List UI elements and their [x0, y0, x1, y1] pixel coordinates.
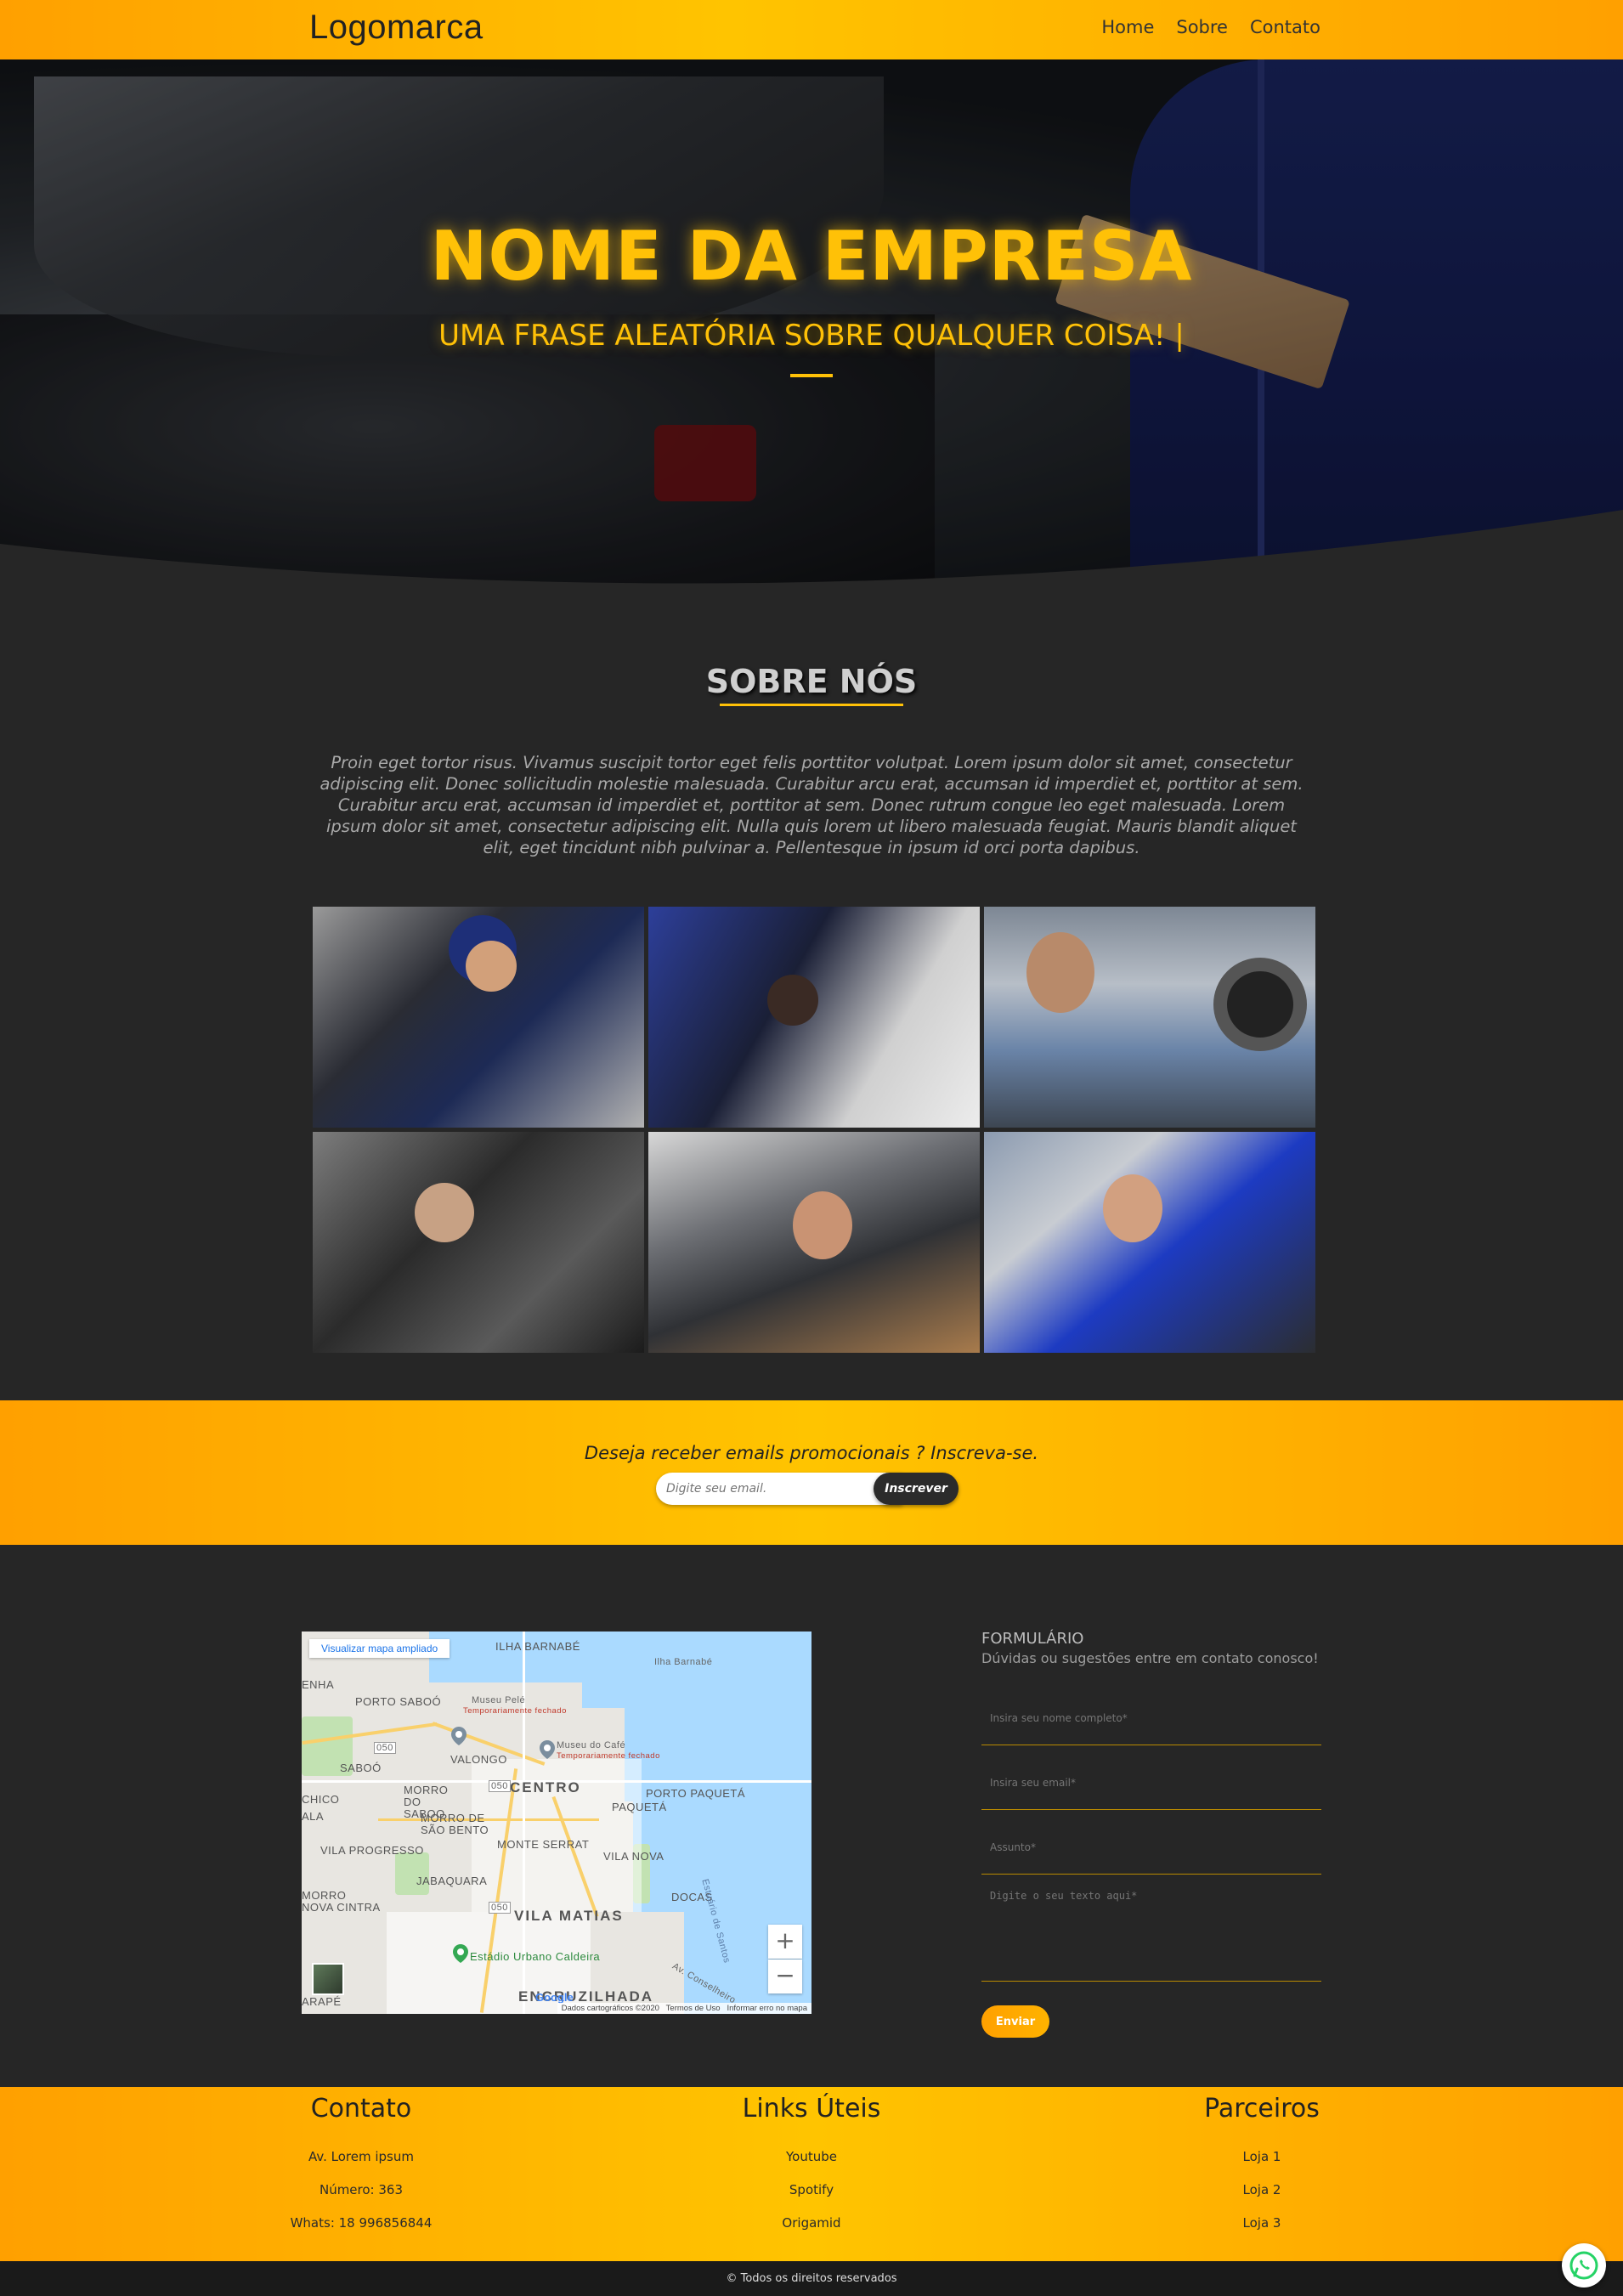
- stadium-pin-icon[interactable]: [453, 1944, 468, 1963]
- newsletter-text: Deseja receber emails promocionais ? Ins…: [584, 1443, 1039, 1463]
- map-label: JABAQUARA: [416, 1875, 488, 1887]
- map-pin-icon[interactable]: [451, 1727, 467, 1745]
- about-text: Proin eget tortor risus. Vivamus suscipi…: [320, 753, 1303, 857]
- nav-contato-link[interactable]: Contato: [1250, 17, 1320, 37]
- newsletter-email-input[interactable]: [656, 1473, 902, 1505]
- map-label: VILA MATIAS: [514, 1908, 624, 1924]
- map-terms-link[interactable]: Termos de Uso: [666, 2004, 721, 2013]
- subject-field[interactable]: [981, 1820, 1321, 1875]
- map-label: ILHA BARNABÉ: [495, 1640, 580, 1653]
- map-zoom-in-button[interactable]: +: [768, 1925, 802, 1959]
- map-label: NOVA CINTRA: [302, 1901, 381, 1914]
- main-nav: Home Sobre Contato: [1101, 17, 1320, 37]
- gallery-photo-1: [313, 907, 644, 1128]
- map-label: PORTO PAQUETÁ: [646, 1787, 746, 1800]
- submit-button[interactable]: Enviar: [981, 2005, 1049, 2038]
- footer-partner-3[interactable]: Loja 3: [1177, 2207, 1347, 2240]
- copyright-bar: © Todos os direitos reservados: [0, 2261, 1623, 2296]
- footer-contact-address: Av. Lorem ipsum: [308, 2149, 414, 2164]
- map-label: Estádio Urbano Caldeira: [470, 1950, 601, 1963]
- map-footer: Dados cartográficos ©2020 Termos de Uso …: [557, 2003, 812, 2014]
- map-label: ENHA: [302, 1678, 335, 1691]
- map-label: MORRO DE SÃO BENTO: [421, 1812, 489, 1836]
- footer-links-column: Links Úteis Youtube Spotify Origamid: [727, 2087, 896, 2240]
- gallery-photo-3: [984, 907, 1315, 1128]
- map-label: Temporariamente fechado: [463, 1706, 567, 1716]
- map-label: ALA: [302, 1810, 325, 1823]
- map-label: VALONGO: [450, 1753, 507, 1766]
- map-label: MONTE SERRAT: [497, 1838, 590, 1851]
- map-label: PORTO SABOÓ: [355, 1695, 442, 1708]
- map-label: Museu Pelé: [472, 1695, 526, 1705]
- hero-curve-divider: [0, 510, 1623, 595]
- footer: Contato Av. Lorem ipsum Número: 363 What…: [0, 2087, 1623, 2261]
- header-bar: Logomarca Home Sobre Contato: [0, 0, 1623, 59]
- map-label: CENTRO: [510, 1779, 581, 1796]
- map-label: VILA NOVA: [603, 1850, 664, 1863]
- map-data-credit: Dados cartográficos ©2020: [561, 2004, 659, 2013]
- map-label: Museu do Café: [557, 1740, 626, 1750]
- footer-contact-number: Número: 363: [319, 2182, 404, 2197]
- footer-link-youtube[interactable]: Youtube: [727, 2140, 896, 2174]
- nav-sobre-link[interactable]: Sobre: [1176, 17, 1228, 37]
- map-label: ARAPÉ: [302, 1995, 342, 2008]
- map-label: Ilha Barnabé: [654, 1657, 713, 1667]
- logo[interactable]: Logomarca: [309, 8, 484, 47]
- footer-link-spotify[interactable]: Spotify: [727, 2174, 896, 2207]
- map-enlarge-link[interactable]: Visualizar mapa ampliado: [309, 1639, 450, 1658]
- footer-link-origamid[interactable]: Origamid: [727, 2207, 896, 2240]
- route-shield: 050: [374, 1742, 396, 1754]
- google-map[interactable]: Visualizar mapa ampliado ILHA BARNABÉ Il…: [302, 1632, 812, 2014]
- gallery-photo-5: [648, 1132, 980, 1353]
- route-shield: 050: [489, 1902, 511, 1914]
- newsletter-section: Deseja receber emails promocionais ? Ins…: [0, 1400, 1623, 1545]
- footer-partners-column: Parceiros Loja 1 Loja 2 Loja 3: [1177, 2087, 1347, 2240]
- hero-title: NOME DA EMPRESA: [430, 217, 1193, 296]
- hero-section: NOME DA EMPRESA UMA FRASE ALEATÓRIA SOBR…: [0, 59, 1623, 595]
- hero-subtitle: UMA FRASE ALEATÓRIA SOBRE QUALQUER COISA…: [438, 319, 1185, 353]
- form-subtitle: Dúvidas ou sugestões entre em contato co…: [981, 1650, 1319, 1666]
- footer-partner-1[interactable]: Loja 1: [1177, 2140, 1347, 2174]
- footer-contact-title: Contato: [310, 2094, 412, 2124]
- footer-links-title: Links Úteis: [742, 2094, 881, 2124]
- name-field[interactable]: [981, 1691, 1321, 1745]
- whatsapp-button[interactable]: [1562, 2243, 1606, 2288]
- about-title: SOBRE NÓS: [705, 663, 918, 700]
- map-label: PAQUETÁ: [612, 1801, 667, 1813]
- map-satellite-toggle[interactable]: [312, 1963, 344, 1995]
- whatsapp-icon: [1569, 2251, 1598, 2280]
- nav-home-link[interactable]: Home: [1101, 17, 1154, 37]
- map-label: SABOÓ: [340, 1762, 382, 1774]
- gallery-photo-2: [648, 907, 980, 1128]
- google-logo: Google: [535, 1991, 574, 2004]
- route-shield: 050: [489, 1780, 511, 1792]
- map-pin-icon[interactable]: [540, 1740, 555, 1759]
- map-report-link[interactable]: Informar erro no mapa: [727, 2004, 807, 2013]
- footer-contact-column: Contato Av. Lorem ipsum Número: 363 What…: [276, 2087, 446, 2240]
- map-label: MORRO: [302, 1889, 347, 1902]
- about-title-underline: [720, 704, 903, 706]
- footer-contact-whats: Whats: 18 996856844: [290, 2215, 433, 2231]
- subscribe-button[interactable]: Inscrever: [874, 1473, 959, 1505]
- gallery-photo-6: [984, 1132, 1315, 1353]
- footer-partner-2[interactable]: Loja 2: [1177, 2174, 1347, 2207]
- gallery-photo-4: [313, 1132, 644, 1353]
- hero-divider: [790, 374, 833, 377]
- map-label: VILA PROGRESSO: [320, 1844, 424, 1857]
- map-label: CHICO: [302, 1793, 340, 1806]
- map-label: Temporariamente fechado: [557, 1751, 660, 1761]
- message-field[interactable]: [981, 1885, 1321, 1982]
- newsletter-form: Inscrever: [656, 1473, 959, 1505]
- form-title: FORMULÁRIO: [981, 1630, 1084, 1648]
- photo-gallery: [313, 907, 1315, 1354]
- footer-partners-title: Parceiros: [1204, 2094, 1320, 2124]
- email-field[interactable]: [981, 1756, 1321, 1810]
- map-zoom-out-button[interactable]: −: [768, 1960, 802, 1993]
